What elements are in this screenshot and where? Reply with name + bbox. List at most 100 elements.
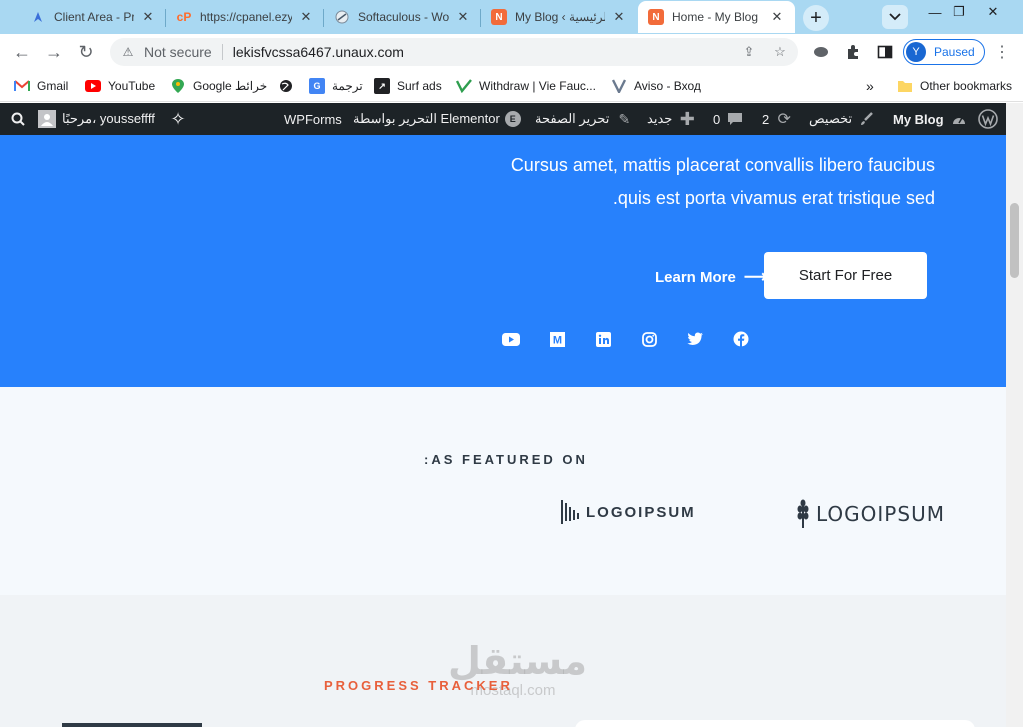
paintbrush-icon [857, 109, 877, 129]
learn-more-link[interactable]: Learn More ⟶ [655, 267, 767, 287]
tab-search-button[interactable] [882, 5, 908, 29]
linkedin-icon[interactable] [593, 330, 613, 348]
bookmarks-overflow-button[interactable]: » [866, 77, 874, 95]
dashboard-icon [949, 109, 969, 129]
tab-cpanel[interactable]: cP https://cpanel.ezy ✕ [166, 1, 324, 33]
extension-icon[interactable] [812, 43, 830, 61]
tab-strip: Client Area - ProF ✕ cP https://cpanel.e… [0, 0, 1023, 34]
viefaucet-icon [456, 78, 472, 94]
pencil-icon: ✎ [618, 110, 631, 127]
close-icon[interactable]: ✕ [455, 9, 471, 25]
facebook-icon[interactable] [731, 330, 751, 348]
medium-icon[interactable]: M [547, 330, 567, 348]
new-tab-button[interactable]: + [803, 5, 829, 31]
soundwave-logo-icon [561, 500, 579, 524]
bookmark-google-maps[interactable]: Google خرائط [170, 77, 267, 95]
surf-ads-icon: ↗ [374, 78, 390, 94]
ai-sparkle-button[interactable]: ✧ [168, 103, 188, 135]
close-icon[interactable]: ✕ [611, 9, 627, 25]
warning-icon: ⚠ [122, 45, 134, 59]
customize-menu[interactable]: تخصيص [809, 103, 877, 135]
page-content: Cursus amet, mattis placerat convallis l… [0, 135, 1006, 727]
close-window-button[interactable]: ✕ [978, 2, 1008, 22]
bookmark-translate[interactable]: G ترجمة [309, 77, 363, 95]
hero-text-line-2: quis est porta vivamus erat tristique se… [612, 188, 935, 208]
address-bar[interactable]: ⚠ Not secure lekisfvcssa6467.unaux.com ⇪… [110, 38, 798, 66]
instagram-icon[interactable] [639, 330, 659, 348]
tab-title: Softaculous - Wo [358, 10, 449, 24]
tab-client-area[interactable]: Client Area - ProF ✕ [20, 1, 166, 33]
scrollbar-thumb[interactable] [1010, 203, 1019, 278]
youtube-icon [85, 78, 101, 94]
profile-button[interactable]: Y Paused [903, 39, 985, 65]
elementor-icon: E [504, 111, 521, 127]
svg-text:M: M [552, 334, 561, 346]
folder-icon [897, 78, 913, 94]
sparkle-icon: ✧ [170, 108, 186, 129]
bookmark-youtube[interactable]: YouTube [85, 77, 155, 95]
gmail-icon [14, 78, 30, 94]
start-for-free-button[interactable]: Start For Free [764, 252, 927, 299]
tab-softaculous[interactable]: Softaculous - Wo ✕ [324, 1, 481, 33]
bookmark-gmail[interactable]: Gmail [14, 77, 68, 95]
bookmark-aviso[interactable]: Aviso - Вход [611, 77, 701, 95]
content-card-peek [575, 720, 975, 727]
reload-button[interactable]: ↻ [74, 40, 98, 64]
blog-icon: N [648, 9, 664, 25]
twitter-icon[interactable] [685, 330, 705, 348]
wheat-logo-icon [797, 499, 809, 528]
tab-my-blog-admin[interactable]: N My Blog ‹ الرئيسية ✕ [481, 1, 637, 33]
forward-button[interactable]: → [42, 40, 66, 64]
wpforms-menu[interactable]: WPForms [284, 103, 342, 135]
menu-icon[interactable]: ⋮ [993, 43, 1011, 61]
softaculous-icon [334, 9, 350, 25]
page-scrollbar[interactable] [1006, 103, 1023, 727]
close-icon[interactable]: ✕ [769, 9, 785, 25]
globe-icon [278, 78, 294, 94]
updates-menu[interactable]: 2 ⟳ [762, 103, 794, 135]
user-avatar-icon [38, 110, 56, 128]
content-peek [62, 723, 202, 727]
greeting-text: مرحبًا، yousseffff [62, 111, 155, 126]
youtube-icon[interactable] [501, 330, 521, 348]
url-text: lekisfvcssa6467.unaux.com [232, 44, 404, 60]
wordpress-logo-menu[interactable] [978, 103, 998, 135]
new-content-menu[interactable]: جديد ✚ [647, 103, 697, 135]
back-button[interactable]: ← [10, 40, 34, 64]
tab-home-my-blog[interactable]: N Home - My Blog ✕ [638, 1, 795, 33]
hero-section: Cursus amet, mattis placerat convallis l… [0, 135, 1006, 387]
logo-text: LOGOIPSUM [816, 502, 945, 526]
featured-heading: :AS FEATURED ON [424, 452, 588, 467]
share-icon[interactable]: ⇪ [741, 44, 757, 60]
tab-title: My Blog ‹ الرئيسية [515, 10, 605, 24]
security-label: Not secure [144, 44, 212, 60]
other-bookmarks[interactable]: Other bookmarks [897, 77, 1012, 95]
bookmark-star-icon[interactable]: ☆ [772, 44, 788, 60]
tab-title: Client Area - ProF [54, 10, 134, 24]
google-maps-icon [170, 78, 186, 94]
comments-menu[interactable]: 0 [713, 103, 745, 135]
puzzle-extensions-icon[interactable] [844, 43, 862, 61]
bookmark-globe[interactable] [278, 77, 301, 95]
search-button[interactable] [8, 103, 28, 135]
progress-tracker-heading: PROGRESS TRACKER [324, 678, 513, 693]
bookmarks-bar: Gmail YouTube Google خرائط G ترجمة ↗ Sur… [0, 70, 1023, 102]
wordpress-logo-icon [978, 109, 998, 129]
account-menu[interactable]: مرحبًا، yousseffff [38, 103, 155, 135]
refresh-icon: ⟳ [777, 111, 791, 128]
profile-status: Paused [934, 45, 975, 59]
edit-page-menu[interactable]: تحرير الصفحة ✎ [535, 103, 634, 135]
restore-button[interactable]: ❐ [944, 2, 974, 22]
hero-text-line-1: Cursus amet, mattis placerat convallis l… [510, 155, 935, 175]
comment-icon [725, 109, 745, 129]
bookmark-surf-ads[interactable]: ↗ Surf ads [374, 77, 442, 95]
close-icon[interactable]: ✕ [140, 9, 156, 25]
site-name-menu[interactable]: My Blog [893, 103, 969, 135]
plus-icon: ✚ [679, 108, 695, 129]
close-icon[interactable]: ✕ [298, 9, 314, 25]
browser-toolbar: ← → ↻ ⚠ Not secure lekisfvcssa6467.unaux… [0, 34, 1023, 70]
bookmark-viefaucet[interactable]: Withdraw | Vie Fauc... [456, 77, 596, 95]
side-panel-icon[interactable] [876, 43, 894, 61]
elementor-edit-menu[interactable]: التحرير بواسطة Elementor E [353, 103, 521, 135]
logoipsum-logo-1: LOGOIPSUM [560, 498, 696, 526]
